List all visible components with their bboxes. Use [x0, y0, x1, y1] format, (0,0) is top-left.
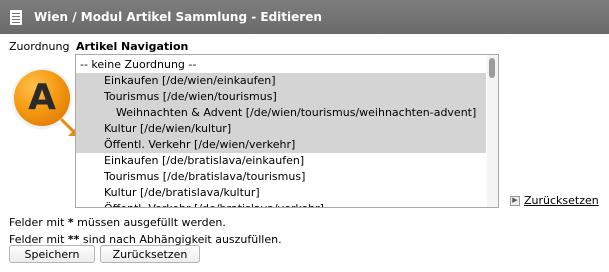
reset-button[interactable]: Zurücksetzen — [100, 245, 200, 263]
list-option[interactable]: Kultur [/de/wien/kultur] — [76, 121, 486, 137]
title-bar: Wien / Modul Artikel Sammlung - Editiere… — [0, 0, 609, 34]
list-option[interactable]: Tourismus [/de/wien/tourismus] — [76, 89, 486, 105]
field-label-zuordnung: Zuordnung — [9, 40, 70, 53]
list-option[interactable]: -- keine Zuordnung -- — [76, 57, 486, 73]
list-option[interactable]: Einkaufen [/de/bratislava/einkaufen] — [76, 153, 486, 169]
list-option[interactable]: Tourismus [/de/bratislava/tourismus] — [76, 169, 486, 185]
list-option[interactable]: Öffentl. Verkehr [/de/bratislava/verkehr… — [76, 201, 486, 207]
list-option[interactable]: Weihnachten & Advent [/de/wien/tourismus… — [76, 105, 486, 121]
required-fields-note: Felder mit * müssen ausgefüllt werden. — [9, 216, 226, 229]
reset-link-label[interactable]: Zurücksetzen — [524, 194, 599, 207]
document-icon — [10, 9, 22, 25]
listbox-items: -- keine Zuordnung -- Einkaufen [/de/wien… — [76, 57, 486, 207]
play-arrow-icon: ▶ — [510, 195, 520, 206]
form-area: Zuordnung Artikel Navigation A -- keine … — [0, 34, 609, 272]
list-option[interactable]: Öffentl. Verkehr [/de/wien/verkehr] — [76, 137, 486, 153]
save-button[interactable]: Speichern — [9, 245, 95, 263]
window-title: Wien / Modul Artikel Sammlung - Editiere… — [34, 10, 322, 24]
section-label-artikel-navigation: Artikel Navigation — [76, 40, 189, 53]
listbox-scrollbar[interactable] — [487, 55, 498, 207]
scrollbar-thumb[interactable] — [489, 58, 495, 78]
list-option[interactable]: Einkaufen [/de/wien/einkaufen] — [76, 73, 486, 89]
navigation-listbox[interactable]: -- keine Zuordnung -- Einkaufen [/de/wien… — [75, 54, 499, 208]
badge-letter: A — [28, 77, 56, 118]
edit-window: Wien / Modul Artikel Sammlung - Editiere… — [0, 0, 609, 272]
list-option[interactable]: Kultur [/de/bratislava/kultur] — [76, 185, 486, 201]
reset-selection-link[interactable]: ▶ Zurücksetzen — [510, 194, 599, 207]
